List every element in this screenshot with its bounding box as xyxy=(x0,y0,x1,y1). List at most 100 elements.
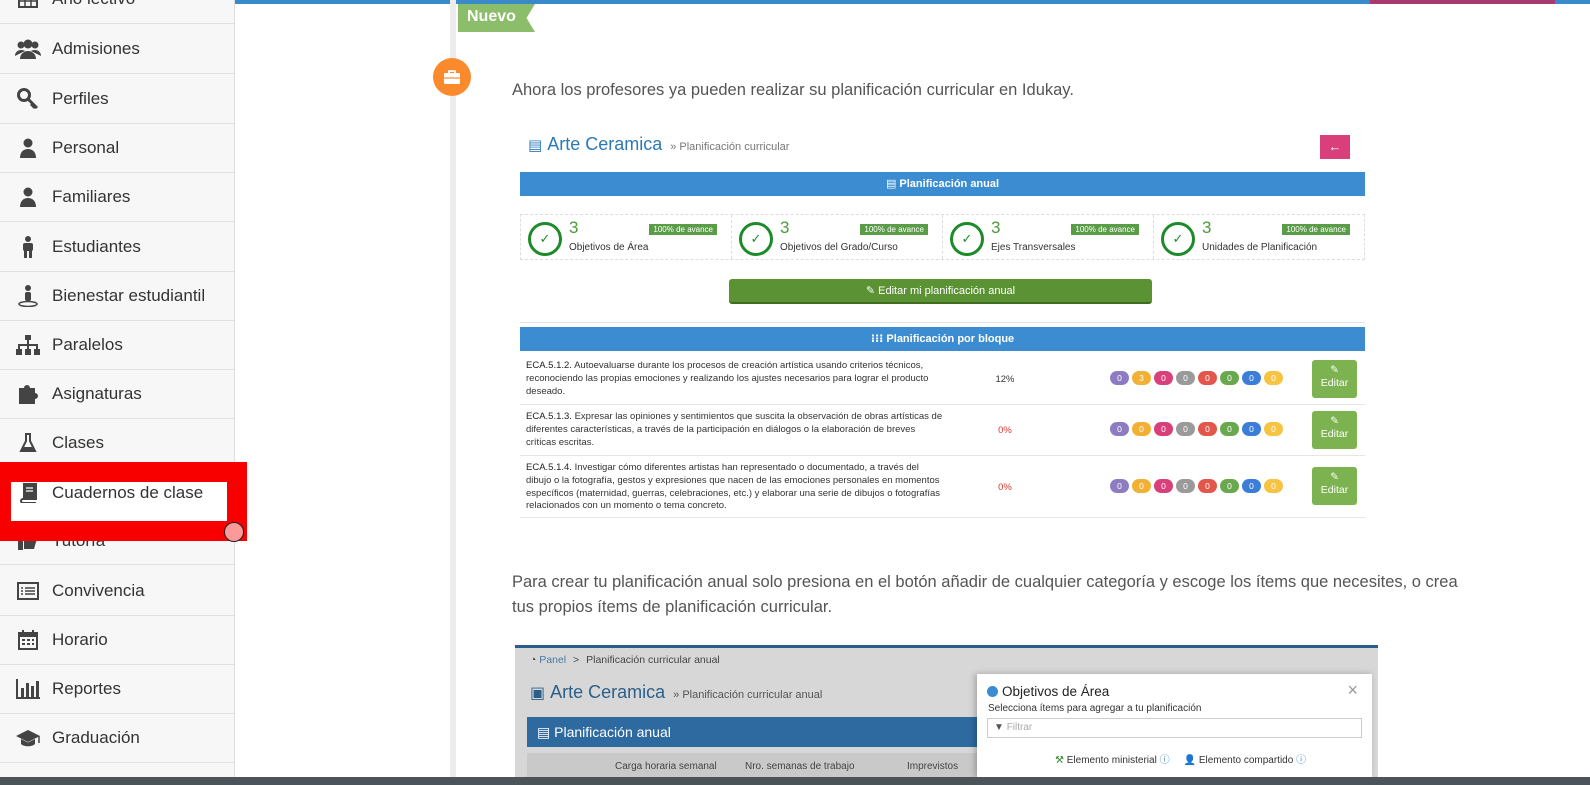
list-alt-icon: ▤ xyxy=(528,137,543,154)
status-pills: 00000000 xyxy=(1110,479,1283,493)
grid-icon: ⁝⁝⁝ xyxy=(870,333,887,345)
row-text: Autoevaluarse durante los procesos de cr… xyxy=(526,360,929,397)
sidebar-item-bienestar[interactable]: Bienestar estudiantil xyxy=(0,271,234,321)
users-icon xyxy=(14,37,42,61)
calendar-icon xyxy=(14,628,42,652)
column-header: Imprevistos xyxy=(907,761,959,772)
status-pill: 0 xyxy=(1220,479,1239,493)
edit-button[interactable]: ✎ Editar xyxy=(1312,360,1357,398)
filter-input[interactable]: ▼ Filtrar xyxy=(987,718,1362,738)
edit-label: Editar xyxy=(1320,484,1349,496)
edit-label: Editar xyxy=(1320,428,1349,440)
status-pills: 03000000 xyxy=(1110,371,1283,385)
status-pill: 0 xyxy=(1154,422,1173,436)
progress-badge: 100% de avance xyxy=(860,224,928,235)
sitemap-icon xyxy=(14,333,42,357)
row-percentage: 12% xyxy=(995,374,1015,385)
sidebar-item-reportes[interactable]: Reportes xyxy=(0,664,234,714)
sidebar-item-cuadernos[interactable]: Cuadernos de clase xyxy=(0,468,234,518)
status-pill: 0 xyxy=(1242,479,1261,493)
stat-card: ✓ 3 Ejes Transversales 100% de avance xyxy=(943,215,1154,259)
status-pill: 0 xyxy=(1154,479,1173,493)
edit-label: Editar xyxy=(1320,377,1349,389)
progress-badge: 100% de avance xyxy=(1282,224,1350,235)
status-pill: 0 xyxy=(1220,422,1239,436)
legend-shared: 👤 Elemento compartido ⓘ xyxy=(1184,751,1307,766)
check-circle-icon: ✓ xyxy=(739,222,773,256)
arrow-left-icon: ← xyxy=(1328,139,1342,154)
stats-row: ✓ 3 Objetivos de Área 100% de avance ✓ 3… xyxy=(520,214,1365,260)
sidebar-item-ano-lectivo[interactable]: Año lectivo xyxy=(0,0,234,24)
bar-chart-icon xyxy=(14,677,42,701)
status-pill: 0 xyxy=(1264,479,1283,493)
row-text: Expresar las opiniones y sentimientos qu… xyxy=(526,411,943,448)
mouse-cursor xyxy=(224,522,244,542)
close-icon[interactable]: × xyxy=(1347,680,1358,701)
sidebar-item-estudiantes[interactable]: Estudiantes xyxy=(0,222,234,272)
sidebar-item-paralelos[interactable]: Paralelos xyxy=(0,320,234,370)
sidebar-lower: Tutoría Convivencia Horario Reportes Gra… xyxy=(0,541,235,777)
sidebar-item-tutoria[interactable]: Tutoría xyxy=(0,541,234,565)
stat-name: Objetivos de Área xyxy=(569,242,649,253)
flask-icon xyxy=(14,431,42,455)
sidebar-item-familiares[interactable]: Familiares xyxy=(0,172,234,222)
status-pill: 0 xyxy=(1198,479,1217,493)
top-stripe xyxy=(515,645,1378,648)
back-button[interactable]: ← xyxy=(1320,135,1350,159)
bottom-bar xyxy=(0,777,1590,785)
sidebar-item-asignaturas[interactable]: Asignaturas xyxy=(0,369,234,419)
briefcase-icon: ▣ xyxy=(530,685,546,702)
row-code: ECA.5.1.3. xyxy=(526,411,572,422)
planning-screenshot: ▤ Arte Ceramica » Planificación curricul… xyxy=(520,126,1365,526)
top-accent-segment xyxy=(1370,0,1555,4)
info-icon: ⓘ xyxy=(1296,755,1307,766)
gavel-icon: ⚒ xyxy=(1055,755,1064,766)
legend-ministerial: ⚒ Elemento ministerial ⓘ xyxy=(1055,751,1170,766)
list-alt-icon xyxy=(14,579,42,603)
progress-badge: 100% de avance xyxy=(649,224,717,235)
graduation-cap-icon xyxy=(14,726,42,750)
edit-button[interactable]: ✎ Editar xyxy=(1312,411,1357,449)
status-pill: 0 xyxy=(1242,422,1261,436)
breadcrumb-subtitle: » Planificación curricular anual xyxy=(673,689,823,701)
select-items-modal: Objetivos de Área × Selecciona ítems par… xyxy=(977,674,1372,777)
sidebar-item-personal[interactable]: Personal xyxy=(0,123,234,173)
annual-plan-label: Planificación anual xyxy=(899,178,1000,190)
divider xyxy=(520,322,1365,323)
sidebar-item-label: Reportes xyxy=(52,678,121,698)
row-code: ECA.5.1.4. xyxy=(526,462,572,473)
sidebar-item-admisiones[interactable]: Admisiones xyxy=(0,24,234,74)
sidebar-item-horario[interactable]: Horario xyxy=(0,615,234,665)
status-pill: 3 xyxy=(1132,371,1151,385)
sidebar-item-label: Familiares xyxy=(52,186,131,206)
row-description: ECA.5.1.4. Investigar cómo diferentes ar… xyxy=(526,462,946,513)
status-pill: 0 xyxy=(1154,371,1173,385)
status-pill: 0 xyxy=(1110,422,1129,436)
sidebar-item-label: Perfiles xyxy=(52,88,109,108)
edit-annual-plan-button[interactable]: ✎ Editar mi planificación anual xyxy=(729,279,1152,304)
modal-title: Objetivos de Área xyxy=(987,684,1109,699)
block-plan-bar: ⁝⁝⁝ Planificación por bloque xyxy=(520,327,1365,351)
sidebar-item-convivencia[interactable]: Convivencia xyxy=(0,566,234,616)
status-pill: 0 xyxy=(1176,479,1195,493)
user-icon xyxy=(14,185,42,209)
sidebar-item-perfiles[interactable]: Perfiles xyxy=(0,74,234,124)
breadcrumb-home[interactable]: Panel xyxy=(539,654,566,666)
stat-name: Objetivos del Grado/Curso xyxy=(780,242,898,253)
briefcase-icon xyxy=(433,58,471,96)
table-row: ECA.5.1.3. Expresar las opiniones y sent… xyxy=(520,405,1365,456)
user-plus-icon: 👤 xyxy=(1183,755,1197,766)
edit-button[interactable]: ✎ Editar xyxy=(1312,467,1357,505)
sidebar-item-clases[interactable]: Clases xyxy=(0,418,234,468)
stat-name: Ejes Transversales xyxy=(991,242,1076,253)
table-row: ECA.5.1.4. Investigar cómo diferentes ar… xyxy=(520,456,1365,518)
annual-plan-bar: ▤ Planificación anual xyxy=(520,172,1365,196)
sidebar-item-label: Personal xyxy=(52,137,120,157)
breadcrumb-separator: > xyxy=(573,654,580,666)
annual-plan-bar: ▤ Planificación anual xyxy=(527,717,987,747)
status-pill: 0 xyxy=(1132,422,1151,436)
sidebar-item-graduacion[interactable]: Graduación xyxy=(0,713,234,763)
stat-number: 3 xyxy=(1202,218,1212,237)
user-icon xyxy=(14,136,42,160)
legend-label: Elemento ministerial xyxy=(1066,755,1157,766)
